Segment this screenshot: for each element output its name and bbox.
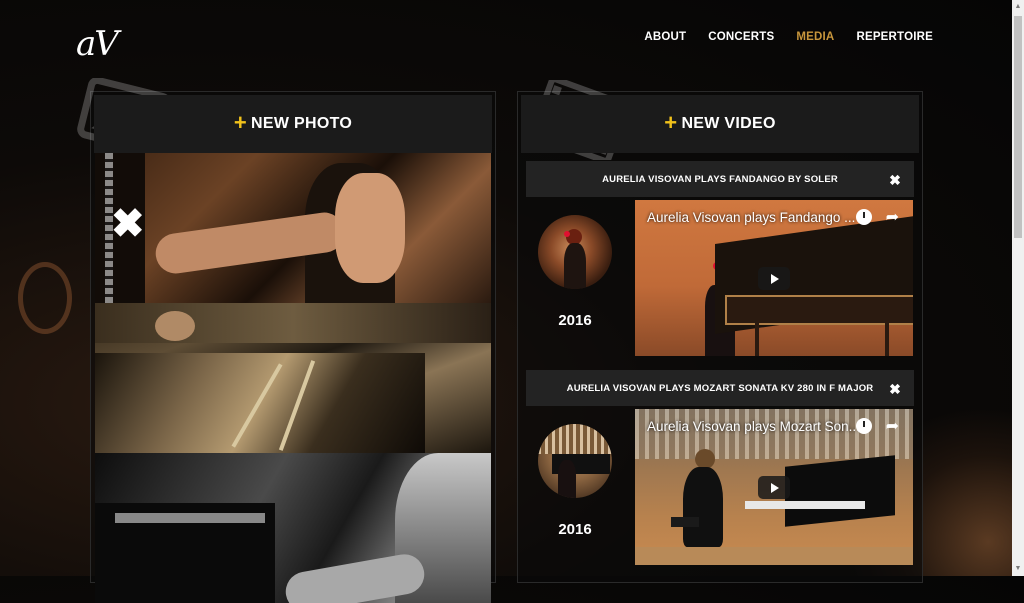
play-button[interactable]: [758, 267, 790, 290]
nav-about[interactable]: ABOUT: [644, 31, 686, 43]
plus-icon: +: [233, 110, 248, 135]
delete-photo-icon[interactable]: ✖: [111, 204, 145, 244]
new-photo-label: NEW PHOTO: [251, 115, 353, 132]
close-icon[interactable]: ✖: [889, 381, 901, 398]
site-logo[interactable]: aV: [76, 24, 119, 64]
new-photo-button[interactable]: + NEW PHOTO: [94, 95, 492, 153]
plus-icon: +: [664, 110, 678, 135]
photo-panel: + NEW PHOTO ✖: [77, 78, 496, 603]
main-nav: ABOUT CONCERTS MEDIA REPERTOIRE: [644, 31, 933, 43]
watch-later-icon[interactable]: [856, 209, 872, 225]
new-video-button[interactable]: + NEW VIDEO: [521, 95, 919, 153]
video-title: AURELIA VISOVAN PLAYS FANDANGO BY SOLER: [602, 173, 838, 185]
close-icon[interactable]: ✖: [889, 172, 901, 189]
background-decoration: [18, 262, 72, 334]
photo-item[interactable]: ✖: [95, 153, 491, 303]
nav-concerts[interactable]: CONCERTS: [708, 31, 774, 43]
photo-item[interactable]: [95, 453, 491, 603]
video-player[interactable]: Aurelia Visovan plays Mozart Son... ➦: [635, 409, 913, 565]
video-item: AURELIA VISOVAN PLAYS FANDANGO BY SOLER …: [522, 158, 918, 360]
nav-media[interactable]: MEDIA: [796, 31, 834, 43]
scrollbar[interactable]: ▲ ▼: [1012, 0, 1024, 576]
video-title-bar: AURELIA VISOVAN PLAYS MOZART SONATA KV 2…: [526, 370, 914, 406]
video-title: AURELIA VISOVAN PLAYS MOZART SONATA KV 2…: [566, 382, 874, 394]
watch-later-icon[interactable]: [856, 418, 872, 434]
share-icon[interactable]: ➦: [886, 207, 899, 227]
video-year: 2016: [558, 312, 592, 329]
player-title[interactable]: Aurelia Visovan plays Fandango ...: [647, 210, 855, 225]
video-year: 2016: [558, 521, 592, 538]
video-thumbnail[interactable]: [538, 424, 612, 498]
scrollbar-thumb[interactable]: [1014, 16, 1022, 238]
nav-repertoire[interactable]: REPERTOIRE: [856, 31, 933, 43]
video-player[interactable]: Aurelia Visovan plays Fandango ... ➦: [635, 200, 913, 356]
photo-item[interactable]: [95, 303, 491, 453]
scroll-down-icon[interactable]: ▼: [1012, 562, 1024, 576]
video-title-bar: AURELIA VISOVAN PLAYS FANDANGO BY SOLER …: [526, 161, 914, 197]
scroll-up-icon[interactable]: ▲: [1012, 0, 1024, 14]
video-panel: + NEW VIDEO AURELIA VISOVAN PLAYS FANDAN…: [517, 80, 923, 583]
share-icon[interactable]: ➦: [886, 416, 899, 436]
video-item: AURELIA VISOVAN PLAYS MOZART SONATA KV 2…: [522, 367, 918, 569]
play-button[interactable]: [758, 476, 790, 499]
player-title[interactable]: Aurelia Visovan plays Mozart Son...: [647, 419, 860, 434]
video-thumbnail[interactable]: [538, 215, 612, 289]
new-video-label: NEW VIDEO: [681, 115, 776, 132]
